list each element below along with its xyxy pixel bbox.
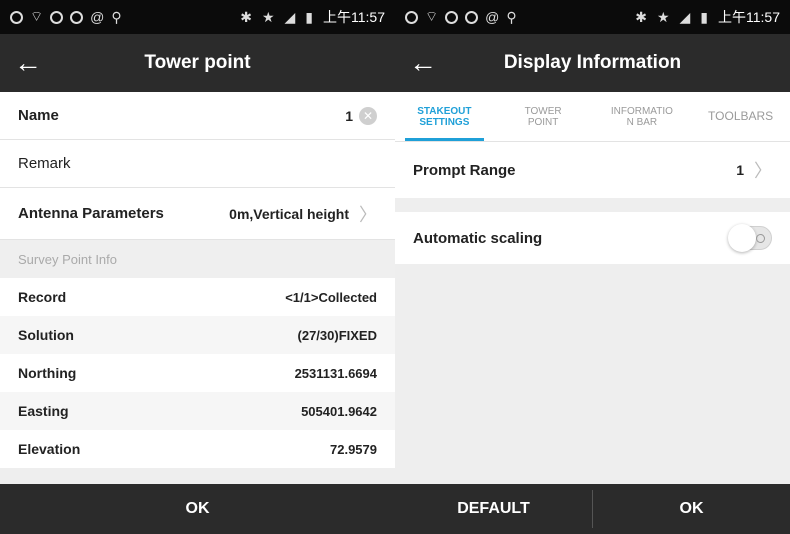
antenna-value: 0m,Vertical height <box>229 205 349 222</box>
back-arrow-icon[interactable]: ← <box>0 34 56 92</box>
antenna-parameters-row[interactable]: Antenna Parameters 0m,Vertical height 〉 <box>0 188 395 240</box>
sync-icon-3 <box>465 10 479 24</box>
signal-icon: ◢ <box>679 8 691 25</box>
sync-icon-2 <box>50 10 64 24</box>
info-label: Solution <box>18 327 74 343</box>
info-label: Elevation <box>18 441 81 457</box>
prompt-range-value: 1 <box>736 162 744 178</box>
back-arrow-icon[interactable]: ← <box>395 34 451 92</box>
info-value: 2531131.6694 <box>294 365 377 381</box>
location-icon: ⚲ <box>506 8 517 25</box>
tab-label-line2: N BAR <box>626 116 658 128</box>
header: ← Tower point <box>0 34 395 92</box>
wifi-icon: ⌔ <box>30 8 44 24</box>
sync-icon-3 <box>70 10 84 24</box>
info-row-record: Record <1/1>Collected <box>0 278 395 316</box>
tab-label-line2: SETTINGS <box>419 116 470 128</box>
prompt-range-label: Prompt Range <box>413 161 516 179</box>
prompt-range-row[interactable]: Prompt Range 1 〉 <box>395 142 790 198</box>
default-button[interactable]: DEFAULT <box>395 484 592 534</box>
clock: 上午11:57 <box>323 9 385 25</box>
sync-icon-2 <box>445 10 459 24</box>
page-title: Display Information <box>503 52 682 73</box>
status-bar: ⌔ @ ⚲ ✱ ★ ◢ ▮ 上午11:57 <box>395 0 790 34</box>
page-title: Tower point <box>144 52 251 73</box>
tower-point-screen: ⌔ @ ⚲ ✱ ★ ◢ ▮ 上午11:57 ← Tower point Name… <box>0 0 395 534</box>
info-row-elevation: Elevation 72.9579 <box>0 430 395 468</box>
location-icon: ⚲ <box>111 8 122 25</box>
bluetooth-icon: ✱ <box>635 8 647 25</box>
display-information-screen: ⌔ @ ⚲ ✱ ★ ◢ ▮ 上午11:57 ← Display Informat… <box>395 0 790 534</box>
tab-toolbars[interactable]: TOOLBARS <box>691 92 790 141</box>
info-row-easting: Easting 505401.9642 <box>0 392 395 430</box>
toggle-off-indicator-icon <box>756 234 765 243</box>
tab-label-line1: INFORMATIO <box>610 105 673 117</box>
tab-label-line1: TOWER <box>524 105 562 117</box>
bottom-bar: OK <box>0 484 395 534</box>
sync-icon <box>10 10 23 24</box>
tab-label-line1: STAKEOUT <box>417 105 472 117</box>
header: ← Display Information <box>395 34 790 92</box>
notification-icons: ⌔ @ ⚲ <box>10 8 122 26</box>
at-icon: @ <box>90 9 105 25</box>
clock: 上午11:57 <box>718 9 780 25</box>
info-row-solution: Solution (27/30)FIXED <box>0 316 395 354</box>
automatic-scaling-toggle[interactable] <box>728 224 772 252</box>
bottom-bar: DEFAULT OK <box>395 484 790 534</box>
at-icon: @ <box>485 9 500 25</box>
tab-stakeout-settings[interactable]: STAKEOUT SETTINGS <box>395 92 494 141</box>
tab-label-line2: POINT <box>527 116 559 128</box>
ok-button[interactable]: OK <box>593 484 790 534</box>
bluetooth-icon: ✱ <box>240 8 252 25</box>
info-label: Record <box>18 289 67 305</box>
info-label: Northing <box>18 365 77 381</box>
battery-icon: ▮ <box>305 8 313 25</box>
tab-tower-point[interactable]: TOWER POINT <box>494 92 593 141</box>
antenna-label: Antenna Parameters <box>18 205 164 222</box>
info-value: (27/30)FIXED <box>297 327 377 343</box>
tab-information-bar[interactable]: INFORMATIO N BAR <box>593 92 692 141</box>
info-value: <1/1>Collected <box>285 289 377 305</box>
remark-label: Remark <box>18 155 71 172</box>
star-icon: ★ <box>261 8 275 25</box>
chevron-right-icon: 〉 <box>754 161 772 181</box>
name-label: Name <box>18 107 59 124</box>
info-value: 505401.9642 <box>301 403 377 419</box>
toggle-knob <box>728 224 756 252</box>
info-row-northing: Northing 2531131.6694 <box>0 354 395 392</box>
notification-icons: ⌔ @ ⚲ <box>405 8 517 26</box>
info-value: 72.9579 <box>330 441 377 457</box>
wifi-icon: ⌔ <box>425 8 439 24</box>
section-header: Survey Point Info <box>0 240 395 278</box>
automatic-scaling-label: Automatic scaling <box>413 229 543 247</box>
chevron-right-icon: 〉 <box>359 204 377 225</box>
battery-icon: ▮ <box>700 8 708 25</box>
remark-field[interactable]: Remark <box>0 140 395 188</box>
automatic-scaling-row: Automatic scaling <box>395 212 790 264</box>
info-label: Easting <box>18 403 69 419</box>
star-icon: ★ <box>656 8 670 25</box>
tab-bar: STAKEOUT SETTINGS TOWER POINT INFORMATIO N … <box>395 92 790 142</box>
name-value[interactable]: 1 <box>345 108 353 124</box>
clear-icon[interactable]: ✕ <box>359 106 377 125</box>
signal-icon: ◢ <box>284 8 296 25</box>
name-field[interactable]: Name 1 ✕ <box>0 92 395 140</box>
ok-button[interactable]: OK <box>0 484 395 534</box>
tab-label: TOOLBARS <box>708 109 774 123</box>
sync-icon <box>405 10 418 24</box>
divider <box>395 198 790 212</box>
status-bar: ⌔ @ ⚲ ✱ ★ ◢ ▮ 上午11:57 <box>0 0 395 34</box>
survey-info-list: Record <1/1>Collected Solution (27/30)FI… <box>0 278 395 468</box>
